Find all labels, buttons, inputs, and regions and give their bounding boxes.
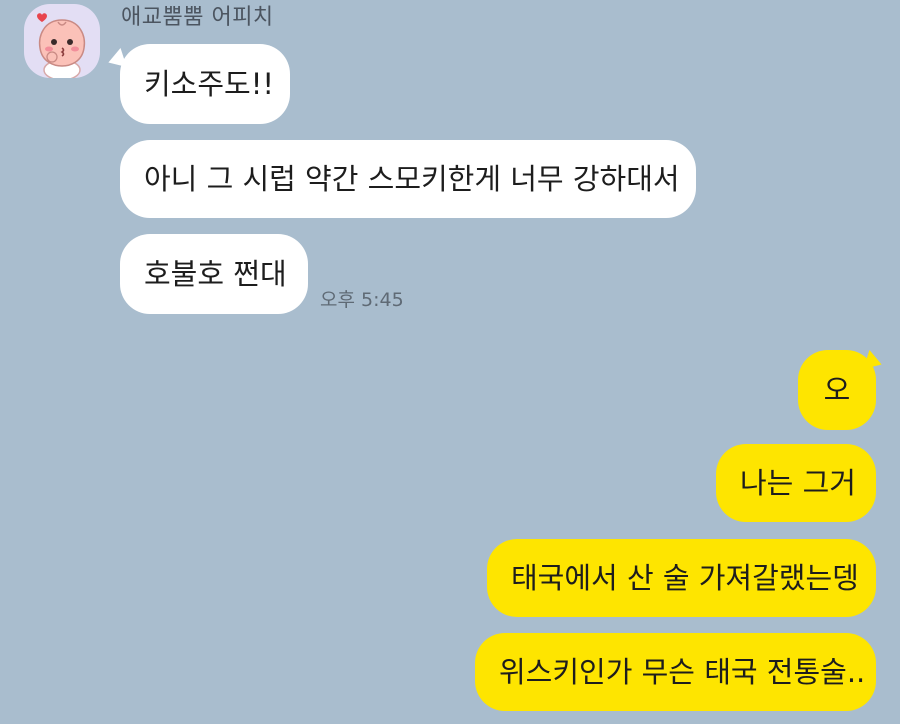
incoming-message-bubble[interactable]: 호불호 쩐대 xyxy=(120,234,308,314)
message-text: 나는 그거 xyxy=(740,465,856,500)
message-text: 태국에서 산 술 가져갈랬는뎅 xyxy=(511,560,859,595)
profile-avatar[interactable] xyxy=(24,4,100,78)
incoming-message-bubble[interactable]: 키소주도!! xyxy=(120,44,290,124)
outgoing-message-bubble[interactable]: 태국에서 산 술 가져갈랬는뎅 xyxy=(487,539,876,617)
outgoing-message-bubble[interactable]: 오 xyxy=(798,350,876,430)
message-timestamp: 오후 5:45 xyxy=(320,289,404,311)
outgoing-message-bubble[interactable]: 나는 그거 xyxy=(716,444,876,522)
message-text: 위스키인가 무슨 태국 전통술.. xyxy=(499,654,866,689)
message-text: 호불호 쩐대 xyxy=(144,256,287,291)
message-text: 아니 그 시럽 약간 스모키한게 너무 강하대서 xyxy=(144,161,680,196)
incoming-message-bubble[interactable]: 아니 그 시럽 약간 스모키한게 너무 강하대서 xyxy=(120,140,696,218)
message-text: 키소주도!! xyxy=(144,66,274,101)
sender-name: 애교뿜뿜 어피치 xyxy=(121,5,274,30)
outgoing-message-bubble[interactable]: 위스키인가 무슨 태국 전통술.. xyxy=(475,633,876,711)
apeach-character-icon xyxy=(37,13,86,78)
chat-room[interactable]: 애교뿜뿜 어피치 키소주도!! 아니 그 시럽 약간 스모키한게 너무 강하대서… xyxy=(0,0,900,724)
message-text: 오 xyxy=(823,372,851,407)
